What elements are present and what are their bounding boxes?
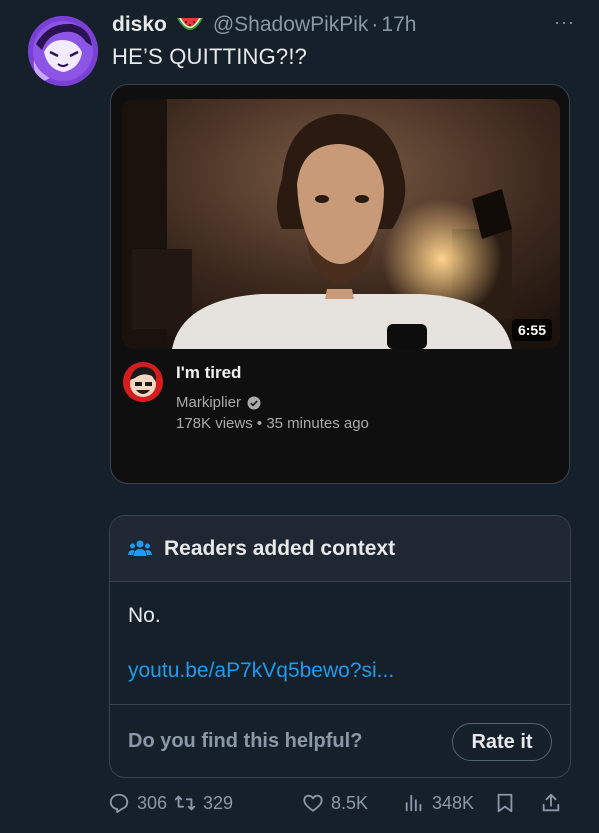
view-count: 178K views	[176, 415, 253, 432]
bookmark-icon	[497, 793, 513, 813]
rate-it-button[interactable]: Rate it	[452, 723, 552, 761]
bookmark-button[interactable]	[494, 792, 516, 814]
heart-icon	[303, 794, 323, 812]
retweet-button[interactable]: 329	[174, 792, 233, 814]
action-bar: 306 329 8.5K 348K	[108, 792, 570, 822]
tweet-text: HE’S QUITTING?!?	[112, 44, 308, 69]
share-icon	[542, 793, 560, 812]
display-name[interactable]: disko	[112, 13, 167, 37]
community-note: Readers added context No. youtu.be/aP7kV…	[109, 515, 571, 778]
upload-age: 35 minutes ago	[266, 415, 369, 432]
like-button[interactable]: 8.5K	[302, 792, 368, 814]
views-bar-icon	[405, 794, 422, 812]
tweet-header: disko @ShadowPikPik · 17h ···	[112, 12, 575, 38]
share-button[interactable]	[540, 792, 562, 814]
meta-separator: •	[256, 415, 263, 432]
video-duration: 6:55	[511, 319, 552, 341]
like-count: 8.5K	[331, 792, 369, 813]
channel-avatar[interactable]	[123, 362, 163, 402]
tweet: disko @ShadowPikPik · 17h ··· HE’S QUITT…	[0, 0, 599, 833]
retweet-count: 329	[203, 792, 234, 813]
retweet-icon	[174, 795, 196, 811]
reply-count: 306	[137, 792, 168, 813]
view-count-stat: 348K	[432, 792, 475, 813]
note-divider	[110, 704, 570, 705]
avatar[interactable]	[28, 16, 98, 86]
channel-name[interactable]: Markiplier	[176, 394, 241, 411]
youtube-card[interactable]: 6:55 I'm tired Markiplier 178K views • 3…	[110, 84, 570, 484]
note-body: No.	[128, 604, 161, 627]
reply-icon	[109, 793, 129, 814]
timestamp[interactable]: 17h	[381, 13, 416, 37]
video-title[interactable]: I'm tired	[176, 363, 241, 383]
note-header[interactable]: Readers added context	[110, 516, 570, 582]
handle[interactable]: @ShadowPikPik	[213, 13, 369, 37]
note-link[interactable]: youtu.be/aP7kVq5bewo?si...	[128, 659, 394, 683]
watermelon-icon	[175, 14, 205, 36]
more-dots-icon[interactable]: ···	[554, 12, 575, 33]
views-button[interactable]: 348K	[403, 792, 474, 814]
separator: ·	[371, 13, 379, 36]
channel-row: Markiplier	[176, 394, 261, 411]
video-meta: 178K views • 35 minutes ago	[176, 415, 369, 432]
helpful-question: Do you find this helpful?	[128, 730, 363, 752]
reply-button[interactable]: 306	[108, 792, 167, 814]
video-thumbnail[interactable]: 6:55	[122, 99, 560, 349]
people-icon	[128, 540, 152, 556]
note-title: Readers added context	[164, 536, 396, 560]
verified-check-icon	[247, 396, 261, 410]
